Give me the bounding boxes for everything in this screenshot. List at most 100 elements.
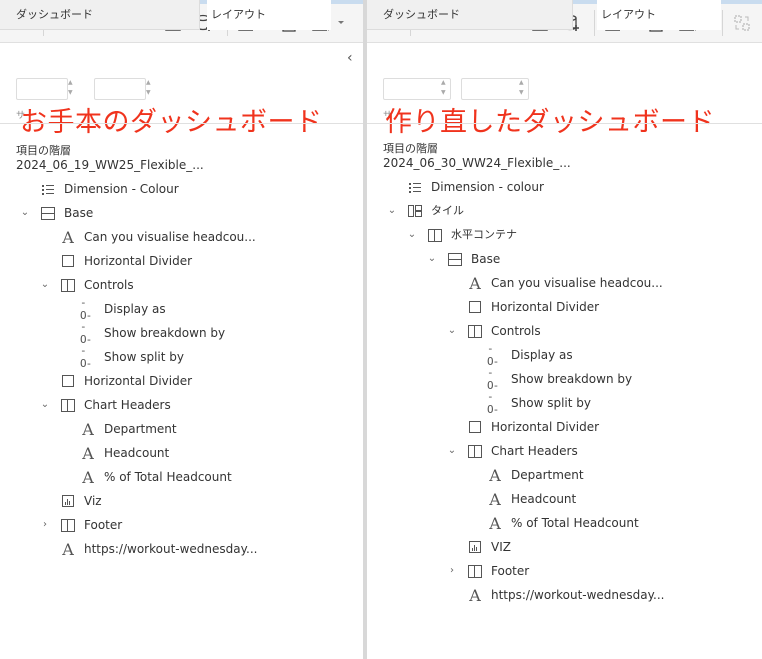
tree-item[interactable]: A Can you visualise headcou... [0,225,363,249]
tree-item[interactable]: -O- Show split by [367,390,762,416]
tree-item[interactable]: A Department [367,463,762,487]
tree-item[interactable]: Dimension - Colour [0,177,363,201]
tree-item[interactable]: › Footer [0,513,363,537]
collapse-panel-icon[interactable]: ‹ [347,43,353,73]
item-hierarchy-title: 項目の階層 [16,144,71,157]
swap-icon[interactable] [731,12,753,34]
dashboard-name: 2024_06_19_WW25_Flexible_... [16,158,204,172]
tree-item-label: Headcount [511,492,577,506]
overlay-caption: お手本のダッシュボード [20,107,323,138]
tab-layout[interactable]: レイアウト [207,0,331,30]
tree-item[interactable]: ⌄ タイル [367,199,762,223]
text-icon: A [489,465,501,485]
tree-item[interactable]: -O- Show breakdown by [367,366,762,392]
overlay-caption: 作り直したダッシュボード [385,107,715,138]
tree-item[interactable]: -O- Show breakdown by [0,320,363,346]
vertical-container-icon [467,564,483,578]
chevron-down-icon[interactable]: ⌄ [40,273,50,297]
tiled-icon [407,204,423,218]
vertical-container-icon [427,228,443,242]
tree-item[interactable]: A Department [0,417,363,441]
tree-item[interactable]: Horizontal Divider [367,295,762,319]
chevron-down-icon[interactable]: ⌄ [427,247,437,271]
text-icon: A [82,419,94,439]
tree-item-label: VIZ [491,540,511,554]
height-stepper[interactable]: ▲ ▼ [519,78,527,98]
tree-item[interactable]: Horizontal Divider [0,249,363,273]
tab-dashboard[interactable]: ダッシュボード [367,0,573,30]
chevron-down-icon[interactable]: ⌄ [20,201,30,225]
tree-item[interactable]: › Footer [367,559,762,583]
chevron-right-icon[interactable]: › [447,559,457,583]
original-dashboard-panel: ダッシュボード レイアウト ‹ ▲ ▼ ▲ ▼ サ お手本のダッシュボード 項目の階… [0,0,363,659]
vertical-container-icon [467,324,483,338]
tree-item-label: Horizontal Divider [84,374,193,388]
tree-item-label: Show split by [511,396,591,410]
chevron-down-icon[interactable]: ⌄ [387,199,397,223]
chevron-down-icon[interactable]: ⌄ [447,319,457,343]
section-divider [0,123,363,124]
text-icon: A [489,513,501,533]
chevron-right-icon[interactable]: › [40,513,50,537]
tree-item-label: Show breakdown by [104,326,226,340]
tree-item[interactable]: A Headcount [367,487,762,511]
tree-item[interactable]: Viz [0,489,363,513]
tree-item-label: Show split by [104,350,184,364]
tab-layout[interactable]: レイアウト [597,0,721,30]
tree-item[interactable]: ⌄ Controls [0,273,363,297]
viz-icon [60,494,76,508]
tree-item[interactable]: Horizontal Divider [367,415,762,439]
width-stepper[interactable]: ▲ ▼ [68,78,76,98]
tree-item-label: Horizontal Divider [491,420,600,434]
tree-item-label: Chart Headers [84,398,171,412]
tab-dashboard[interactable]: ダッシュボード [0,0,200,30]
chevron-down-icon[interactable]: ⌄ [407,223,417,247]
tree-item[interactable]: ⌄ Base [0,201,363,225]
tree-item-label: Base [471,252,501,266]
parameter-icon: -O- [487,390,499,416]
vertical-container-icon [467,444,483,458]
tree-item[interactable]: ⌄ Controls [367,319,762,343]
tree-item-label: Horizontal Divider [84,254,193,268]
chevron-down-icon[interactable]: ⌄ [447,439,457,463]
width-stepper[interactable]: ▲ ▼ [441,78,449,98]
tree-item[interactable]: A Headcount [0,441,363,465]
tree-item-label: https://workout-wednesday... [84,542,258,556]
dashboard-name: 2024_06_30_WW24_Flexible_... [383,156,571,170]
chevron-down-icon[interactable]: ⌄ [40,393,50,417]
tree-item-label: Controls [84,278,134,292]
tree-item[interactable]: A Can you visualise headcou... [367,271,762,295]
text-icon: A [82,443,94,463]
blank-icon [467,300,483,314]
height-input[interactable] [94,78,146,100]
tree-item[interactable]: ⌄ 水平コンテナ [367,223,762,247]
toolbar-separator [722,10,723,36]
tree-item[interactable]: A % of Total Headcount [0,465,363,489]
tree-item[interactable]: A % of Total Headcount [367,511,762,535]
tree-item[interactable]: Dimension - colour [367,175,762,199]
tree-item-label: Can you visualise headcou... [491,276,663,290]
tree-item-label: Display as [511,348,573,362]
tree-item-label: Viz [84,494,102,508]
tree-item[interactable]: ⌄ Base [367,247,762,271]
tree-item-label: https://workout-wednesday... [491,588,665,602]
parameter-icon: -O- [80,344,92,370]
tree-item[interactable]: ⌄ Chart Headers [0,393,363,417]
tree-item-label: Footer [491,564,530,578]
tree-item[interactable]: -O- Display as [0,296,363,322]
tree-item[interactable]: VIZ [367,535,762,559]
item-hierarchy-title: 項目の階層 [383,142,438,155]
tree-item[interactable]: Horizontal Divider [0,369,363,393]
width-input[interactable] [16,78,68,100]
legend-icon [40,182,56,196]
tree-item[interactable]: Ahttps://workout-wednesday... [0,537,363,561]
parameter-icon: -O- [487,366,499,392]
tree-item[interactable]: Ahttps://workout-wednesday... [367,583,762,607]
text-icon: A [62,539,74,559]
height-stepper[interactable]: ▲ ▼ [146,78,154,98]
tree-item-label: % of Total Headcount [511,516,639,530]
tree-item[interactable]: -O- Show split by [0,344,363,370]
tree-item-label: タイル [431,204,464,217]
tree-item[interactable]: ⌄ Chart Headers [367,439,762,463]
tree-item[interactable]: -O- Display as [367,342,762,368]
